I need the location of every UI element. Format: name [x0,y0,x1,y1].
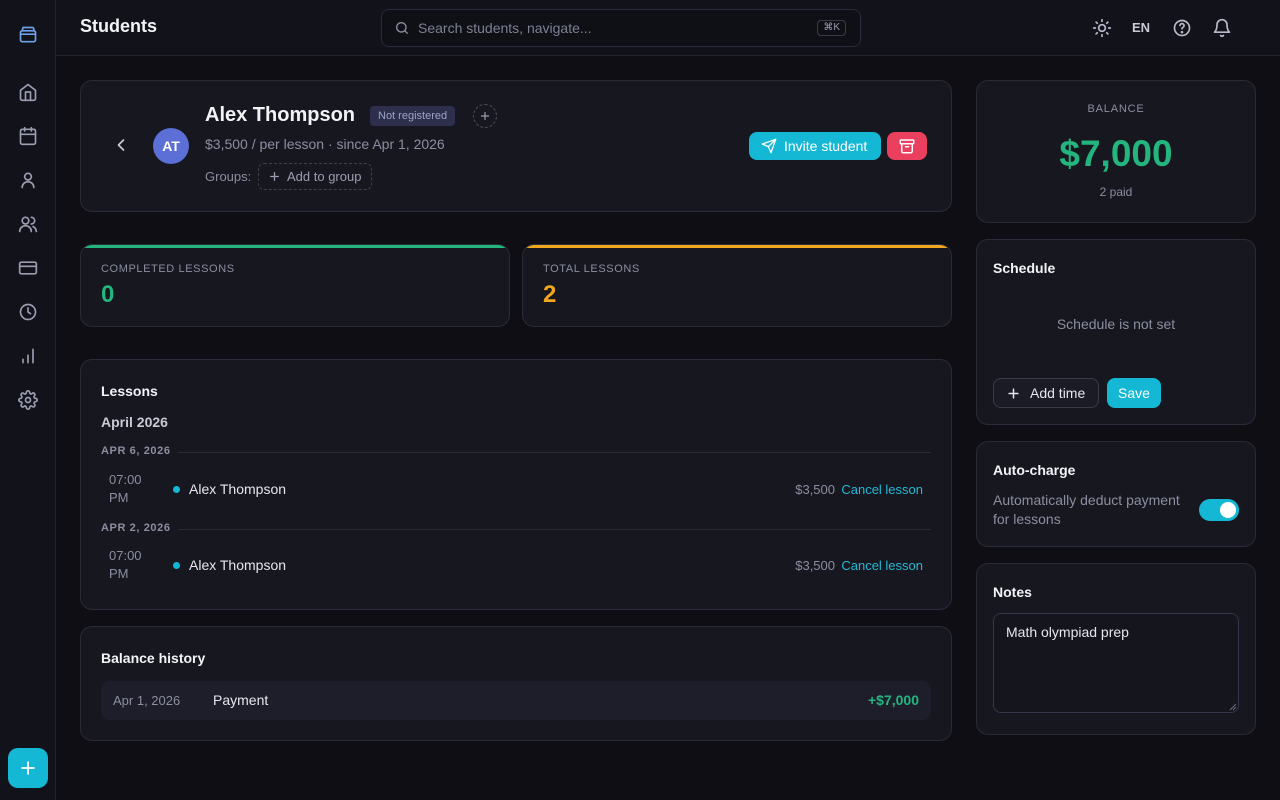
schedule-card: Schedule Schedule is not set Add time Sa… [976,239,1256,425]
schedule-empty-text: Schedule is not set [1056,316,1176,332]
total-lessons-value: 2 [543,281,557,308]
archive-icon [899,139,915,154]
add-to-group-button[interactable]: Add to group [258,163,373,190]
save-button[interactable]: Save [1107,378,1161,408]
lesson-price: $3,500 [795,558,835,573]
add-time-label: Add time [1030,385,1086,401]
add-time-button[interactable]: Add time [993,378,1099,408]
day-label: APR 2, 2026 [101,522,171,534]
toggle-knob [1220,502,1236,518]
avatar: AT [153,128,189,164]
notes-title: Notes [993,584,1032,600]
back-chevron-icon[interactable] [111,135,131,155]
status-dot [173,562,180,569]
user-icon[interactable] [16,168,40,192]
users-icon[interactable] [16,212,40,236]
auto-charge-toggle[interactable] [1199,499,1239,521]
schedule-title: Schedule [993,260,1056,276]
day-label: APR 6, 2026 [101,445,171,457]
topbar: Students ⌘K EN [56,0,1280,56]
completed-lessons-label: COMPLETED LESSONS [101,263,235,275]
divider [178,452,931,453]
invite-label: Invite student [784,138,868,154]
total-accent-bar [523,245,951,248]
wallet-logo-icon[interactable] [16,23,40,47]
cancel-lesson-button[interactable]: Cancel lesson [841,482,923,497]
completed-accent-bar [81,245,509,248]
add-fab-button[interactable] [8,748,48,788]
month-label: April 2026 [101,414,168,430]
completed-lessons-value: 0 [101,281,115,308]
lesson-student: Alex Thompson [189,481,287,497]
lesson-time: 07:00 PM [109,548,142,581]
plus-icon [1006,386,1021,401]
balance-label: BALANCE [1087,103,1145,115]
day-header: APR 2, 2026 [101,522,931,538]
plus-icon [21,761,35,775]
balance-history-card: Balance history Apr 1, 2026 Payment +$7,… [80,626,952,741]
gear-icon[interactable] [16,388,40,412]
shortcut-hint: ⌘K [817,20,846,36]
invite-student-button[interactable]: Invite student [749,132,881,160]
status-dot [173,486,180,493]
lesson-row[interactable]: 07:00 PM Alex Thompson $3,500 Cancel les… [101,471,931,515]
lesson-row[interactable]: 07:00 PM Alex Thompson $3,500 Cancel les… [101,547,931,591]
search-icon [394,20,410,36]
notes-card: Notes Math olympiad prep [976,563,1256,735]
calendar-icon[interactable] [16,124,40,148]
bar-chart-icon[interactable] [16,344,40,368]
page-title: Students [80,16,158,36]
clock-icon[interactable] [16,300,40,324]
search-input[interactable] [418,18,798,38]
history-label: Payment [213,692,269,708]
cancel-lesson-button[interactable]: Cancel lesson [841,558,923,573]
auto-charge-description: Automatically deduct payment for lessons [993,492,1180,527]
price-line: $3,500 / per lesson · since Apr 1, 2026 [205,136,445,152]
groups-label: Groups: [205,169,252,184]
language-switch[interactable]: EN [1132,20,1150,35]
auto-charge-card: Auto-charge Automatically deduct payment… [976,441,1256,547]
archive-button[interactable] [887,132,927,160]
balance-card: BALANCE $7,000 2 paid [976,80,1256,223]
history-date: Apr 1, 2026 [113,693,181,708]
notes-textarea[interactable]: Math olympiad prep [993,613,1239,713]
sun-icon[interactable] [1091,17,1113,39]
lesson-time: 07:00 PM [109,472,142,505]
resize-grip-icon[interactable] [1229,703,1237,711]
lessons-card: Lessons April 2026 APR 6, 2026 07:00 PM … [80,359,952,610]
home-icon[interactable] [16,80,40,104]
send-icon [761,138,777,154]
add-tag-button[interactable] [473,104,497,128]
day-header: APR 6, 2026 [101,445,931,461]
credit-card-icon[interactable] [16,256,40,280]
plus-icon [268,170,281,183]
total-lessons-label: TOTAL LESSONS [543,263,640,275]
add-to-group-label: Add to group [287,169,362,184]
lesson-price: $3,500 [795,482,835,497]
search-box[interactable]: ⌘K [381,9,861,47]
lesson-student: Alex Thompson [189,557,287,573]
completed-lessons-card: COMPLETED LESSONS 0 [80,244,510,327]
divider [178,529,931,530]
balance-value: $7,000 [1059,133,1173,174]
bell-icon[interactable] [1211,17,1233,39]
balance-paid-count: 2 paid [1099,185,1133,199]
balance-history-title: Balance history [101,650,206,666]
status-badge: Not registered [370,106,456,126]
student-header-card: AT Alex Thompson Not registered $3,500 /… [80,80,952,212]
auto-charge-title: Auto-charge [993,462,1076,478]
sidebar [0,0,56,800]
help-icon[interactable] [1171,17,1193,39]
history-row: Apr 1, 2026 Payment +$7,000 [101,681,931,720]
plus-icon [480,111,490,121]
total-lessons-card: TOTAL LESSONS 2 [522,244,952,327]
student-name: Alex Thompson [205,104,356,126]
history-amount: +$7,000 [868,692,919,708]
lessons-title: Lessons [101,383,158,399]
